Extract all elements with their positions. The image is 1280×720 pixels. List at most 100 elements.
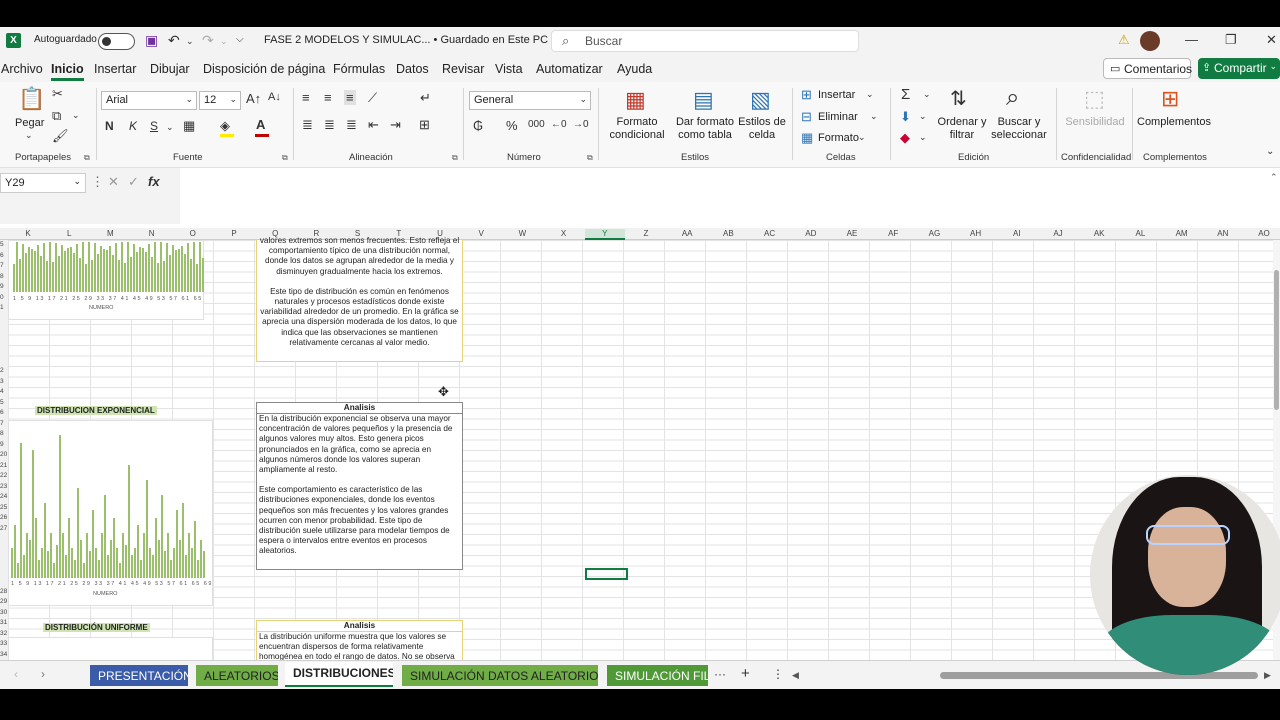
collapse-formula-icon[interactable]: ⌃ <box>1270 172 1278 183</box>
fill-dropdown-icon[interactable]: ⌄ <box>919 111 927 122</box>
column-header-Y[interactable]: Y <box>584 229 625 240</box>
conditional-format-label-2[interactable]: condicional <box>606 129 668 142</box>
format-as-table-label-2[interactable]: como tabla <box>674 129 736 142</box>
row-header[interactable]: 0 <box>0 293 8 304</box>
align-left-icon[interactable]: ≣ <box>302 117 313 133</box>
row-header[interactable]: 7 <box>0 261 8 272</box>
column-header-AK[interactable]: AK <box>1079 229 1119 238</box>
row-header[interactable] <box>0 324 8 335</box>
clear-icon[interactable]: ◆ <box>900 130 910 146</box>
column-header-AM[interactable]: AM <box>1162 229 1202 238</box>
row-header[interactable]: 23 <box>0 482 8 493</box>
undo-icon[interactable]: ↶ <box>168 32 180 49</box>
row-header[interactable] <box>0 555 8 566</box>
sort-filter-label-2[interactable]: filtrar <box>936 129 988 142</box>
normal-distribution-chart[interactable]: 1 5 9 13 17 21 25 29 33 37 41 45 49 53 5… <box>8 240 204 320</box>
document-title[interactable]: FASE 2 MODELOS Y SIMULAC... • Guardado e… <box>264 34 559 47</box>
column-header-V[interactable]: V <box>461 229 501 238</box>
minimize-icon[interactable]: — <box>1185 32 1198 47</box>
row-header[interactable]: 22 <box>0 471 8 482</box>
column-header-K[interactable]: K <box>8 229 48 238</box>
column-header-AO[interactable]: AO <box>1244 229 1280 238</box>
row-header[interactable]: 3 <box>0 377 8 388</box>
column-header-AL[interactable]: AL <box>1120 229 1160 238</box>
cancel-icon[interactable]: ✕ <box>108 174 119 190</box>
row-header[interactable]: 24 <box>0 492 8 503</box>
currency-icon[interactable]: ₲ <box>473 118 483 133</box>
align-right-icon[interactable]: ≣ <box>346 117 357 133</box>
column-header-N[interactable]: N <box>132 229 172 238</box>
orientation-icon[interactable]: ⟋ <box>368 90 377 106</box>
clipboard-launcher-icon[interactable]: ⧉ <box>84 153 90 163</box>
row-header[interactable]: 6 <box>0 408 8 419</box>
row-header[interactable] <box>0 545 8 556</box>
format-cells-label[interactable]: Formato <box>818 132 859 145</box>
wrap-text-icon[interactable]: ↵ <box>420 90 431 106</box>
exponential-distribution-chart[interactable]: 1 5 9 13 17 21 25 29 33 37 41 45 49 53 5… <box>8 420 213 606</box>
name-box[interactable]: Y29 ⌄ <box>0 173 86 193</box>
row-header[interactable]: 5 <box>0 398 8 409</box>
menu-vista[interactable]: Vista <box>495 62 523 76</box>
row-header[interactable]: 20 <box>0 450 8 461</box>
delete-cells-icon[interactable]: ⊟ <box>801 109 812 125</box>
menu-disposicion[interactable]: Disposición de página <box>203 62 325 76</box>
collapse-ribbon-icon[interactable]: ⌄ <box>1266 146 1274 157</box>
more-sheets-button[interactable]: ··· <box>714 667 726 681</box>
format-as-table-icon[interactable]: ▤ <box>693 87 714 113</box>
number-format-select[interactable]: General ⌄ <box>469 91 591 110</box>
menu-archivo[interactable]: Archivo <box>1 62 43 76</box>
row-header[interactable] <box>0 356 8 367</box>
cell-styles-label-2[interactable]: celda <box>738 129 786 142</box>
row-header[interactable]: 34 <box>0 650 8 661</box>
cell-styles-icon[interactable]: ▧ <box>750 87 771 113</box>
column-header-Z[interactable]: Z <box>626 229 666 238</box>
column-header-L[interactable]: L <box>49 229 89 238</box>
row-header[interactable]: 28 <box>0 587 8 598</box>
menu-inicio[interactable]: Inicio <box>51 62 84 81</box>
autosum-icon[interactable]: Σ <box>901 86 910 103</box>
column-header-X[interactable]: X <box>544 229 584 238</box>
column-header-AE[interactable]: AE <box>832 229 872 238</box>
increase-indent-icon[interactable]: ⇥ <box>390 117 401 133</box>
fill-icon[interactable]: ⬇ <box>900 109 911 125</box>
find-select-icon[interactable]: ⌕ <box>1006 84 1019 112</box>
column-header-AH[interactable]: AH <box>956 229 996 238</box>
tab-simulacion-datos-aleatorios[interactable]: SIMULACIÓN DATOS ALEATORIOS <box>402 665 598 686</box>
row-header[interactable]: 31 <box>0 618 8 629</box>
shrink-font-icon[interactable]: A↓ <box>268 91 281 103</box>
vertical-scroll-thumb[interactable] <box>1274 270 1279 410</box>
row-header[interactable]: 5 <box>0 240 8 251</box>
menu-ayuda[interactable]: Ayuda <box>617 62 652 76</box>
row-header[interactable]: 27 <box>0 524 8 535</box>
enter-icon[interactable]: ✓ <box>128 174 139 190</box>
decrease-indent-icon[interactable]: ⇤ <box>368 117 379 133</box>
menu-formulas[interactable]: Fórmulas <box>333 62 385 76</box>
fill-color-icon[interactable]: ◈ <box>220 118 230 134</box>
tab-aleatorios[interactable]: ALEATORIOS <box>196 665 278 686</box>
menu-datos[interactable]: Datos <box>396 62 429 76</box>
share-dropdown-icon[interactable]: ⌄ <box>1269 61 1277 72</box>
uniform-distribution-chart[interactable] <box>8 637 213 661</box>
insert-function-icon[interactable]: fx <box>148 174 160 189</box>
paste-dropdown-icon[interactable]: ⌄ <box>25 130 33 141</box>
align-bottom-icon[interactable]: ≡ <box>344 90 356 105</box>
addins-label[interactable]: Complementos <box>1137 116 1211 129</box>
font-name-select[interactable]: Arial ⌄ <box>101 91 197 110</box>
undo-dropdown-icon[interactable]: ⌄ <box>186 36 194 47</box>
format-cells-icon[interactable]: ▦ <box>801 130 813 146</box>
column-header-AD[interactable]: AD <box>791 229 831 238</box>
grow-font-icon[interactable]: A↑ <box>246 91 261 106</box>
percent-icon[interactable]: % <box>506 118 518 133</box>
row-header[interactable]: 21 <box>0 461 8 472</box>
conditional-format-label-1[interactable]: Formato <box>606 116 668 129</box>
row-header[interactable] <box>0 345 8 356</box>
column-header-AB[interactable]: AB <box>708 229 748 238</box>
italic-button[interactable]: K <box>129 119 137 133</box>
underline-button[interactable]: S <box>150 119 158 133</box>
row-header[interactable]: 32 <box>0 629 8 640</box>
tab-distribuciones[interactable]: DISTRIBUCIONES <box>285 662 393 687</box>
redo-icon[interactable]: ↷ <box>202 32 214 49</box>
redo-dropdown-icon[interactable]: ⌄ <box>220 36 228 47</box>
find-select-label-1[interactable]: Buscar y <box>988 116 1050 129</box>
tab-simulacion-fila[interactable]: SIMULACIÓN FILA <box>607 665 708 686</box>
